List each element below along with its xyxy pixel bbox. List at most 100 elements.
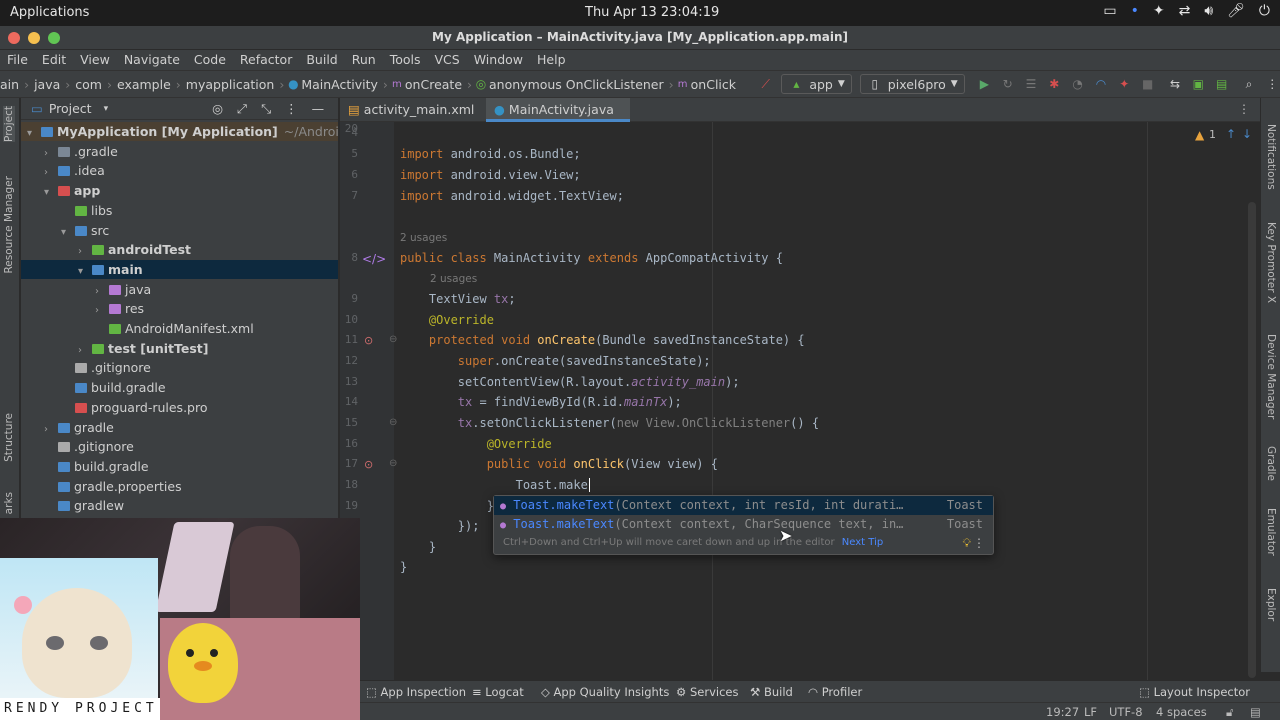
indent-setting[interactable]: 4 spaces: [1156, 705, 1207, 719]
file-encoding[interactable]: UTF-8: [1109, 705, 1143, 719]
resource-manager-tool-button[interactable]: Resource Manager: [3, 176, 15, 274]
lightbulb-icon[interactable]: 💡︎: [963, 536, 971, 551]
build-button[interactable]: ⚒ Build: [750, 685, 793, 699]
structure-tool-button[interactable]: Structure: [3, 413, 15, 462]
chevron-down-icon[interactable]: ▾: [104, 104, 109, 114]
menu-build[interactable]: Build: [306, 50, 337, 70]
tab-activity-main-xml[interactable]: ▤ activity_main.xml ×: [340, 98, 486, 141]
chevron-down-icon[interactable]: ▾: [27, 124, 41, 143]
code-editor[interactable]: 4 5 6 7 8 9 10 11 12 13 14 15 16 17 18 19 20 ▲ 1 ↑ ↓ </>…: [340, 122, 1260, 680]
hammer-icon[interactable]: ⟋: [758, 77, 773, 92]
menu-file[interactable]: File: [7, 50, 28, 70]
bookmarks-tool-button[interactable]: arks: [3, 492, 15, 514]
breadcrumb-item[interactable]: ain: [0, 77, 23, 92]
device-selector[interactable]: ▯ pixel6pro ▼: [859, 74, 965, 94]
next-highlight-icon[interactable]: ↓: [1242, 127, 1252, 141]
project-tree-item[interactable]: › res: [21, 299, 338, 320]
project-tree-item[interactable]: › .idea: [21, 161, 338, 182]
run-configuration-selector[interactable]: ▴ app ▼: [781, 74, 852, 94]
arrows-icon[interactable]: ⇄: [1179, 3, 1191, 19]
previous-highlight-icon[interactable]: ↑: [1226, 127, 1236, 141]
project-tree-item[interactable]: AndroidManifest.xml: [21, 319, 338, 338]
applications-menu[interactable]: Applications: [10, 5, 89, 20]
locate-icon[interactable]: ◎: [212, 101, 223, 116]
completion-item[interactable]: ● Toast.makeText(Context context, int re…: [494, 496, 993, 515]
device-manager-icon[interactable]: ▣: [1191, 77, 1206, 91]
menu-edit[interactable]: Edit: [42, 50, 66, 70]
line-separator[interactable]: LF: [1084, 705, 1097, 719]
breadcrumb-item[interactable]: com: [71, 77, 106, 92]
lock-icon[interactable]: 🔓︎: [1226, 705, 1233, 720]
options-icon[interactable]: ⋮: [285, 101, 298, 116]
chevron-right-icon[interactable]: ›: [44, 144, 58, 163]
project-tree-item[interactable]: libs: [21, 201, 338, 220]
override-gutter-icon[interactable]: ⊙: [364, 458, 373, 471]
project-tree-item[interactable]: ▾ MyApplication [My Application] ~/Android…: [21, 122, 338, 143]
project-tree-item[interactable]: › .gradle: [21, 142, 338, 163]
menu-run[interactable]: Run: [352, 50, 376, 70]
tab-options-icon[interactable]: ⋮: [1238, 102, 1250, 116]
override-gutter-icon[interactable]: ⊙: [364, 334, 373, 347]
sdk-manager-icon[interactable]: ▤: [1214, 77, 1229, 91]
menu-vcs[interactable]: VCS: [435, 50, 460, 70]
caret-position[interactable]: 19:27: [1046, 705, 1079, 719]
chevron-right-icon[interactable]: ›: [78, 242, 92, 261]
project-tree-item[interactable]: gradle.properties: [21, 477, 338, 496]
device-file-explorer-tool-button[interactable]: Device File Explor: [1265, 588, 1280, 672]
app-inspection-button[interactable]: ⬚ App Inspection: [366, 685, 466, 699]
gradle-tool-button[interactable]: Gradle: [1265, 446, 1277, 481]
project-tree-item[interactable]: › androidTest: [21, 240, 338, 261]
chevron-right-icon[interactable]: ›: [78, 341, 92, 360]
rerun-icon[interactable]: ↻: [1000, 77, 1015, 91]
chevron-right-icon[interactable]: ›: [95, 282, 109, 301]
chevron-right-icon[interactable]: ›: [44, 163, 58, 182]
project-view-selector[interactable]: Project: [49, 101, 92, 116]
logcat-button[interactable]: ≡ Logcat: [472, 685, 524, 699]
popup-options-icon[interactable]: ⋮: [973, 536, 985, 550]
notifications-tool-button[interactable]: Notifications: [1265, 124, 1277, 190]
usages-hint[interactable]: 2 usages: [400, 232, 447, 244]
breadcrumb-item[interactable]: example: [113, 77, 175, 92]
project-tree-item[interactable]: .gitignore: [21, 358, 338, 377]
editor-scrollbar[interactable]: [1248, 202, 1256, 678]
warning-icon[interactable]: ▲: [1195, 128, 1204, 142]
tab-main-activity-java[interactable]: ● MainActivity.java ×: [486, 98, 630, 141]
apply-changes-icon[interactable]: ☰: [1023, 77, 1038, 91]
coverage-icon[interactable]: ◔: [1070, 77, 1085, 91]
menu-window[interactable]: Window: [474, 50, 523, 70]
clock[interactable]: Thu Apr 13 23:04:19: [585, 5, 719, 20]
project-tool-button[interactable]: Project: [3, 106, 15, 142]
volume-icon[interactable]: 🔊︎: [1204, 3, 1213, 19]
layout-inspector-button[interactable]: ⬚ Layout Inspector: [1139, 685, 1250, 699]
display-icon[interactable]: ▭: [1103, 3, 1116, 19]
menu-view[interactable]: View: [80, 50, 110, 70]
breadcrumb-item[interactable]: anonymous OnClickListener: [489, 77, 668, 92]
expand-all-icon[interactable]: ⤢: [237, 101, 247, 117]
chevron-down-icon[interactable]: ▾: [78, 262, 92, 281]
project-tree-item[interactable]: ▾ src: [21, 221, 338, 242]
project-tree-item[interactable]: ▾ main: [21, 259, 338, 281]
app-indicator-icon[interactable]: ✦: [1153, 3, 1165, 19]
usages-hint[interactable]: 2 usages: [430, 273, 477, 285]
project-tree-item[interactable]: build.gradle: [21, 378, 338, 397]
menu-code[interactable]: Code: [194, 50, 226, 70]
run-icon[interactable]: ▶: [977, 77, 992, 91]
menu-tools[interactable]: Tools: [390, 50, 421, 70]
gradle-sync-icon[interactable]: ⇆: [1167, 77, 1182, 91]
menu-refactor[interactable]: Refactor: [240, 50, 292, 70]
next-tip-link[interactable]: Next Tip: [842, 537, 883, 548]
project-tree-item[interactable]: gradlew: [21, 496, 338, 515]
chevron-right-icon[interactable]: ›: [95, 301, 109, 320]
fold-icon[interactable]: ⊖: [389, 417, 397, 428]
completion-item[interactable]: ● Toast.makeText(Context context, CharSe…: [494, 515, 993, 534]
chevron-down-icon[interactable]: ▾: [61, 223, 75, 242]
project-tree-item[interactable]: › test [unitTest]: [21, 339, 338, 360]
fold-icon[interactable]: ⊖: [389, 458, 397, 469]
project-tree-item[interactable]: › gradle: [21, 418, 338, 437]
attach-debugger-icon[interactable]: ✦: [1117, 77, 1132, 91]
stop-icon[interactable]: ■: [1140, 77, 1155, 91]
memory-indicator-icon[interactable]: ▤: [1250, 705, 1261, 719]
power-icon[interactable]: ⏻: [1259, 3, 1270, 19]
profiler-icon[interactable]: ◠: [1093, 77, 1108, 91]
implementation-gutter-icon[interactable]: </>: [362, 252, 386, 266]
